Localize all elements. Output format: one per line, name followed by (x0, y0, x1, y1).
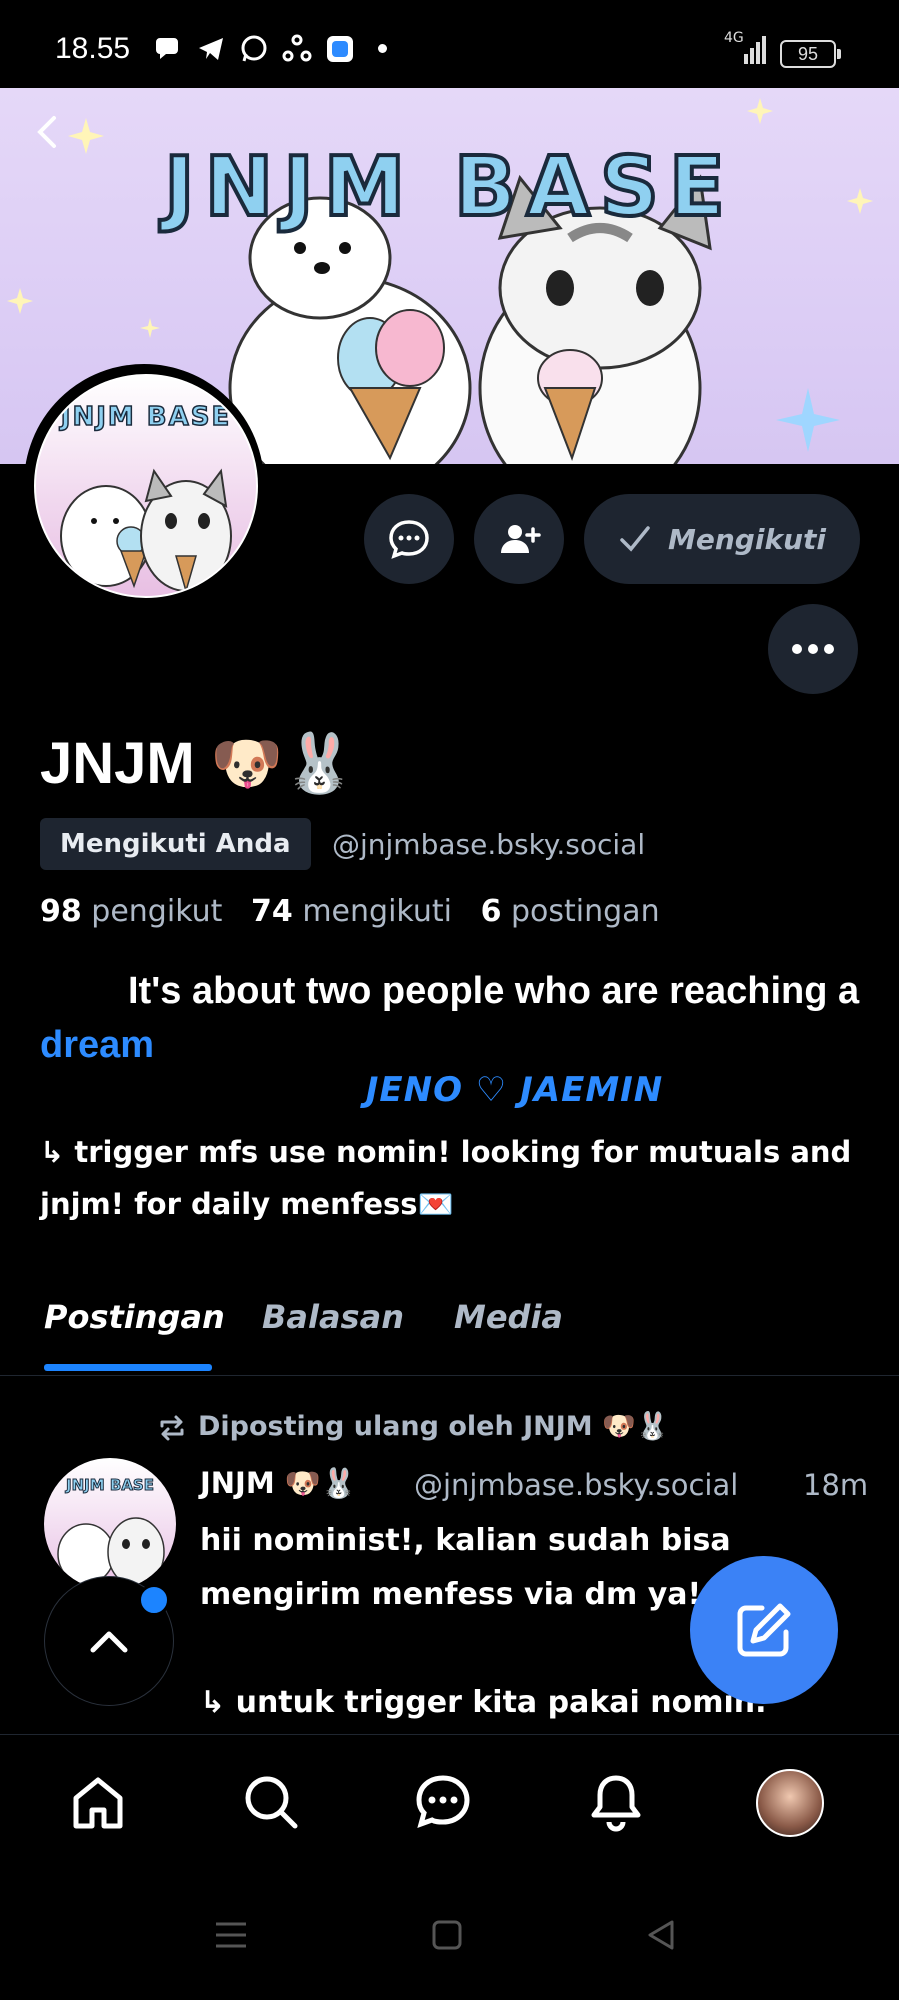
chat-bubble-icon (389, 520, 429, 559)
profile-avatar[interactable]: JNJM BASE (24, 364, 264, 604)
nav-search[interactable] (236, 1767, 306, 1837)
tab-media[interactable]: Media (454, 1298, 563, 1336)
signal-icon (744, 36, 766, 64)
status-time: 18.55 (55, 32, 131, 65)
avatar-title: JNJM BASE (60, 401, 232, 433)
nav-notifications[interactable] (581, 1767, 651, 1837)
following-label: Mengikuti (668, 522, 826, 556)
message-button[interactable] (364, 494, 454, 584)
profile-tabs: Postingan Balasan Media (0, 1280, 899, 1376)
new-posts-dot (138, 1584, 170, 1616)
profile-handle: @jnjmbase.bsky.social (332, 828, 646, 861)
post-timestamp: 18m (803, 1468, 869, 1502)
bottom-navigation (0, 1734, 899, 1871)
followers-label: pengikut (91, 894, 223, 929)
followers-stat[interactable]: 98 pengikut (40, 894, 222, 929)
whatsapp-icon (241, 35, 267, 62)
add-to-list-button[interactable] (474, 494, 564, 584)
nav-messages[interactable] (408, 1767, 478, 1837)
avatar-illustration (60, 468, 232, 594)
compose-icon (737, 1603, 791, 1657)
search-icon (245, 1776, 298, 1829)
post-author-handle[interactable]: @jnjmbase.bsky.social (414, 1468, 738, 1502)
home-icon (73, 1777, 123, 1829)
post-avatar-title: JNJM BASE (66, 1476, 155, 1495)
telegram-icon (199, 38, 223, 60)
active-tab-indicator (44, 1364, 212, 1371)
repost-label: Diposting ulang oleh JNJM 🐶🐰 (198, 1411, 670, 1442)
repost-indicator (156, 1412, 188, 1448)
ellipsis-icon (792, 644, 834, 654)
bell-icon (591, 1775, 641, 1832)
chevron-up-icon (90, 1631, 128, 1653)
more-notifications-dot (378, 44, 387, 53)
following-label-text: mengikuti (302, 894, 452, 929)
nav-home[interactable] (63, 1767, 133, 1837)
tab-replies[interactable]: Balasan (262, 1298, 404, 1336)
repost-icon (160, 1415, 184, 1441)
avatar-image: JNJM BASE (34, 374, 258, 598)
nav-profile-avatar[interactable] (756, 1769, 824, 1837)
chevron-left-icon (37, 116, 56, 148)
bio-line-1: It's about two people who are reaching a… (40, 964, 860, 1072)
recent-apps-icon[interactable] (214, 1918, 248, 1952)
battery-indicator: 95 (780, 40, 841, 68)
banner-title: JNJM BASE (162, 138, 735, 237)
tabs-divider (0, 1375, 899, 1376)
following-count: 74 (251, 894, 293, 929)
compose-button[interactable] (690, 1556, 838, 1704)
display-name: JNJM 🐶🐰 (40, 731, 356, 796)
bio-text: It's about two people who are reaching a (128, 970, 860, 1012)
following-button[interactable]: Mengikuti (584, 494, 860, 584)
checkmark-icon (620, 526, 650, 552)
sync-app-icon (282, 34, 312, 62)
bio-line-3: ↳ trigger mfs use nomin! looking for mut… (40, 1135, 852, 1221)
profile-stats: 98 pengikut 74 mengikuti 6 postingan (40, 894, 660, 929)
app-notification-icon (327, 36, 353, 62)
back-button[interactable] (28, 112, 68, 152)
system-navigation-bar (0, 1870, 899, 2000)
status-bar: 18.55 4G 95 (0, 0, 899, 88)
follows-you-badge: Mengikuti Anda (40, 818, 311, 870)
chat-notification-icon (156, 38, 178, 59)
posts-label: postingan (511, 894, 660, 929)
home-system-icon[interactable] (430, 1918, 464, 1952)
bio-highlight: dream (40, 1024, 155, 1066)
followers-count: 98 (40, 894, 82, 929)
post-author-name[interactable]: JNJM 🐶🐰 (200, 1466, 357, 1501)
post-author-avatar[interactable]: JNJM BASE (44, 1458, 176, 1590)
chat-icon (416, 1775, 470, 1828)
person-plus-icon (501, 525, 541, 553)
bio-line-2: JENO ♡ JAEMIN (365, 1070, 664, 1110)
posts-stat: 6 postingan (481, 894, 660, 929)
network-type: 4G (724, 30, 744, 46)
back-system-icon[interactable] (644, 1918, 678, 1952)
tab-posts[interactable]: Postingan (44, 1298, 225, 1336)
posts-count: 6 (480, 894, 502, 929)
more-options-button[interactable] (768, 604, 858, 694)
following-stat[interactable]: 74 mengikuti (251, 894, 452, 929)
